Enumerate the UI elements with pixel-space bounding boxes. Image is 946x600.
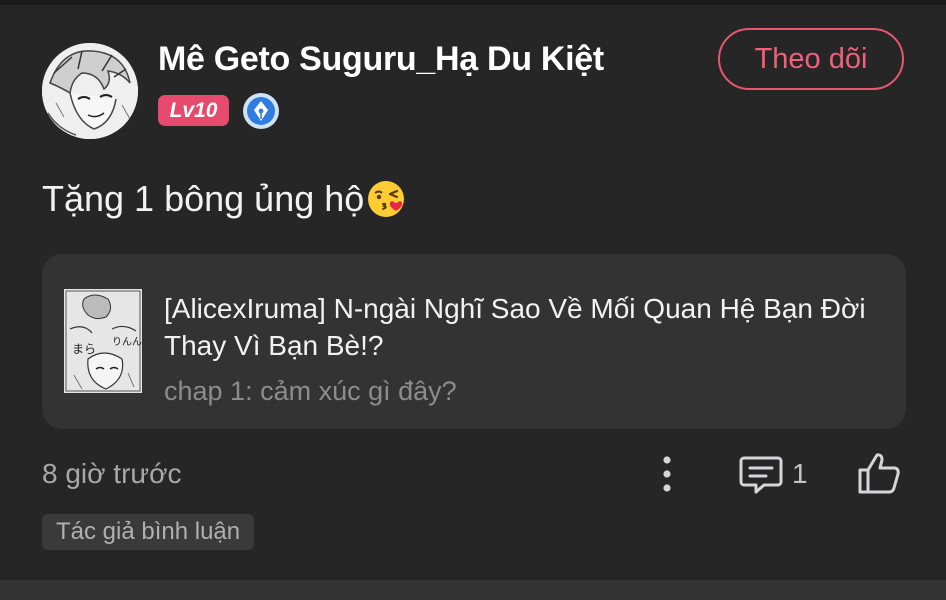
bottom-divider — [0, 580, 946, 600]
fountain-pen-badge-icon — [243, 93, 279, 129]
avatar-image — [42, 43, 138, 139]
manga-chapter: chap 1: cảm xúc gì đây? — [164, 376, 457, 406]
comment-icon[interactable] — [738, 452, 784, 496]
face-blowing-a-kiss-emoji — [368, 181, 405, 217]
svg-text:りんん: りんん — [112, 336, 142, 348]
level-badge: Lv10 — [158, 95, 229, 126]
manga-cover-thumbnail: まら りんん — [64, 289, 142, 393]
comment-text-row: Tặng 1 bông ủng hộ — [42, 178, 406, 220]
more-vertical-icon[interactable] — [652, 452, 682, 496]
author-tag: Tác giả bình luận — [42, 514, 255, 550]
follow-button[interactable]: Theo dõi — [718, 28, 904, 90]
manga-title: [AlicexIruma] N-ngài Nghĩ Sao Về Mối Qua… — [164, 293, 866, 361]
avatar[interactable] — [42, 43, 138, 139]
svg-text:まら: まら — [72, 342, 96, 356]
username[interactable]: Mê Geto Suguru_Hạ Du Kiệt — [158, 40, 604, 79]
top-divider — [0, 0, 946, 5]
thumbs-up-icon[interactable] — [856, 450, 902, 496]
manga-card[interactable]: まら りんん [AlicexIruma] N-ngài Nghĩ Sao Về … — [42, 254, 906, 429]
timestamp: 8 giờ trước — [42, 458, 182, 489]
comment-text: Tặng 1 bông ủng hộ — [42, 178, 365, 219]
reply-count: 1 — [792, 458, 808, 489]
